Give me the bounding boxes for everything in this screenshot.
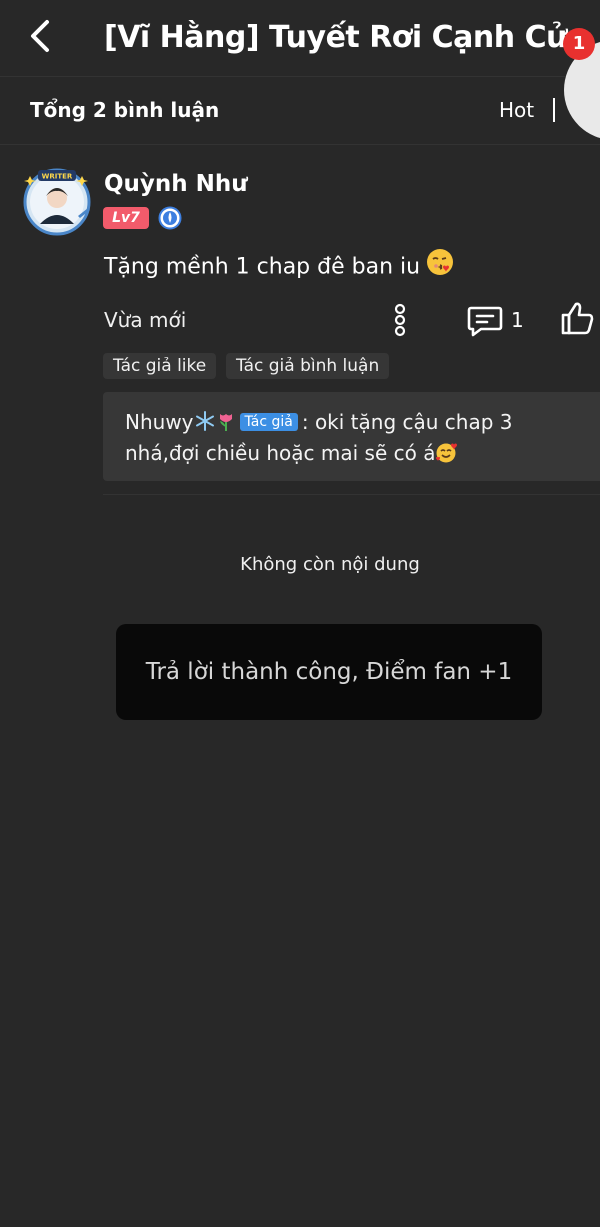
toast-message: Trả lời thành công, Điểm fan +1 [116,624,542,720]
chevron-left-icon [31,20,49,52]
reply-content: Nhuwy Tác giả: oki tặng cậu chap 3 nhá,đ… [125,408,585,470]
reply-button[interactable] [467,303,503,337]
comments-toolbar: Tổng 2 bình luận Hot [0,76,600,145]
author-liked-tag: Tác giả like [103,353,217,379]
comment-icon [467,306,503,337]
verified-icon [158,206,182,230]
comment-body: Tặng mềnh 1 chap đê ban iu [104,254,421,280]
sort-divider [553,98,555,122]
top-bar: [Vĩ Hằng] Tuyết Rơi Cạnh Cửa Sổ [0,0,600,77]
sort-hot-button[interactable]: Hot [499,96,534,124]
page-title: [Vĩ Hằng] Tuyết Rơi Cạnh Cửa Sổ [104,20,574,55]
avatar-badge-text: WRITER [42,173,73,181]
comments-page: [Vĩ Hằng] Tuyết Rơi Cạnh Cửa Sổ Tổng 2 b… [0,0,600,1227]
notification-badge: 1 [563,28,595,60]
reply-count: 1 [511,308,524,332]
snowflake-icon [194,410,216,439]
like-button[interactable] [560,300,594,336]
kissing-face-icon [426,248,454,287]
level-badge: Lv7 [103,207,149,229]
comment-timestamp: Vừa mới [104,308,187,332]
author-commented-tag: Tác giả bình luận [226,353,390,379]
back-button[interactable] [22,16,58,56]
more-vertical-icon [394,303,406,337]
reply-author-name[interactable]: Nhuwy [125,410,194,434]
author-badge: Tác giả [239,413,298,431]
tulip-icon [216,410,236,439]
comment-text: Tặng mềnh 1 chap đê ban iu [104,248,454,287]
comment-total-label: Tổng 2 bình luận [30,98,220,122]
smiling-face-hearts-icon [435,441,459,470]
divider [103,494,600,495]
author-reply[interactable]: Nhuwy Tác giả: oki tặng cậu chap 3 nhá,đ… [103,392,600,481]
thumbs-up-icon [561,302,594,335]
more-options-button[interactable] [386,302,414,338]
avatar[interactable]: WRITER [22,166,92,236]
comment-username[interactable]: Quỳnh Như [104,168,248,200]
end-of-content-label: Không còn nội dung [240,554,420,575]
